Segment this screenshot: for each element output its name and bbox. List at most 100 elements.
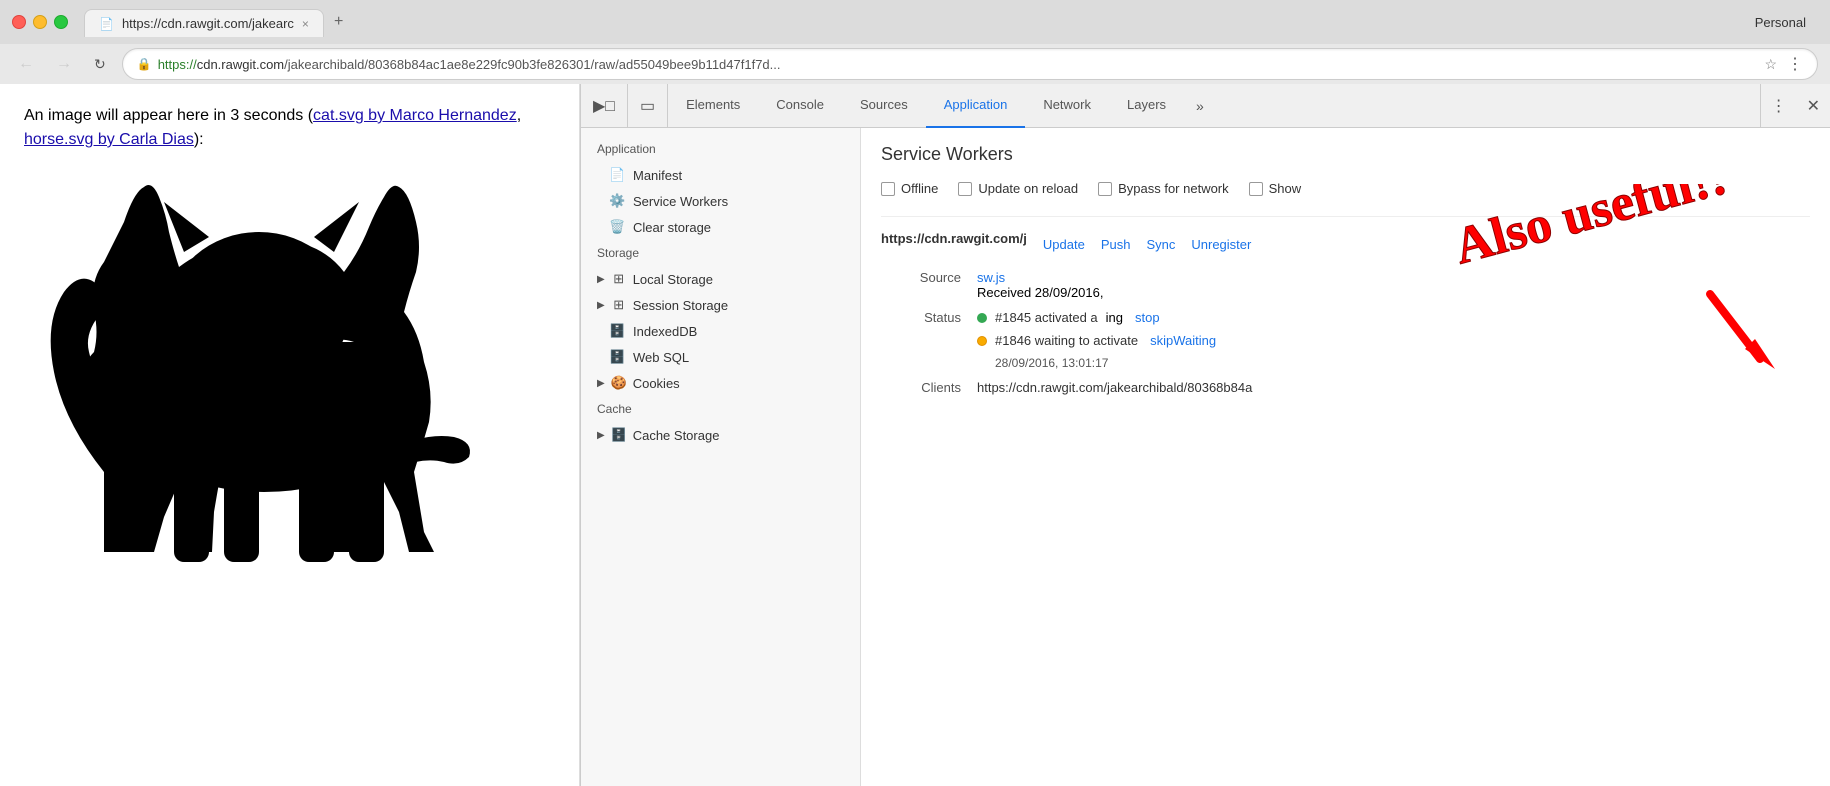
expand-session-storage-icon: ▶ [597,300,605,311]
reload-button[interactable]: ↻ [88,54,112,75]
tab-console[interactable]: Console [758,84,842,128]
sidebar-item-cache-storage[interactable]: ▶ 🗄️ Cache Storage [581,422,860,448]
more-tabs-button[interactable]: » [1184,98,1216,114]
sidebar-item-cache-storage-label: Cache Storage [633,428,720,443]
devtools-panel: ▶□ ▭ Elements Console Sources [580,84,1830,786]
section-application-header: Application [581,136,860,162]
sw-sync-link[interactable]: Sync [1146,237,1175,252]
cat-svg-link[interactable]: cat.svg by Marco Hernandez [313,107,517,124]
offline-checkbox[interactable] [881,182,895,196]
source-label: Source [920,270,961,285]
title-bar: 📄 https://cdn.rawgit.com/jakearc × + Per… [0,0,1830,44]
session-storage-icon: ⊞ [611,297,627,313]
offline-label: Offline [901,181,938,196]
close-button[interactable] [12,15,26,29]
sw-skip-waiting-link[interactable]: skipWaiting [1150,333,1216,348]
sidebar-item-manifest-label: Manifest [633,168,682,183]
web-sql-icon: 🗄️ [609,349,625,365]
sw-status-value: #1845 activated a ing stop #1846 waiting… [977,310,1810,370]
device-icon: ▭ [640,96,655,116]
update-on-reload-checkbox[interactable] [958,182,972,196]
sw-stop-link[interactable]: stop [1135,310,1160,325]
devtools-menu-button[interactable]: ⋮ [1761,84,1797,128]
tab-layers[interactable]: Layers [1109,84,1184,128]
sidebar-item-cookies[interactable]: ▶ 🍪 Cookies [581,370,860,396]
service-workers-icon: ⚙️ [609,193,625,209]
devtools-tabs: Elements Console Sources Application Net… [668,84,1216,128]
url-menu-icon[interactable]: ⋮ [1787,54,1803,74]
update-on-reload-label: Update on reload [978,181,1078,196]
sw-waiting-text: #1846 waiting to activate [995,333,1138,348]
profile-label: Personal [1755,15,1818,30]
sidebar-item-web-sql-label: Web SQL [633,350,689,365]
clients-label: Clients [921,380,961,395]
maximize-button[interactable] [54,15,68,29]
update-on-reload-option[interactable]: Update on reload [958,181,1078,196]
cookies-icon: 🍪 [611,375,627,391]
received-text: Received 28/09/2016, [977,285,1103,300]
tab-network-label: Network [1043,97,1091,112]
devtools-body: Application 📄 Manifest ⚙️ Service Worker… [581,128,1830,786]
show-option[interactable]: Show [1249,181,1302,196]
expand-local-storage-icon: ▶ [597,274,605,285]
tab-application[interactable]: Application [926,84,1026,128]
cat-image [24,172,555,572]
new-tab-button[interactable]: + [324,7,353,37]
show-checkbox[interactable] [1249,182,1263,196]
bypass-for-network-label: Bypass for network [1118,181,1229,196]
devtools-main-panel: Service Workers Offline Update on reload [861,128,1830,786]
url-text: https://cdn.rawgit.com/jakearchibald/803… [158,57,1755,72]
sidebar-item-indexeddb[interactable]: 🗄️ IndexedDB [581,318,860,344]
inspect-element-button[interactable]: ▶□ [581,84,628,128]
sidebar-item-manifest[interactable]: 📄 Manifest [581,162,860,188]
tab-bar: 📄 https://cdn.rawgit.com/jakearc × + [84,7,1755,37]
manifest-icon: 📄 [609,167,625,183]
tab-application-label: Application [944,97,1008,112]
sidebar-item-session-storage[interactable]: ▶ ⊞ Session Storage [581,292,860,318]
main-content: An image will appear here in 3 seconds (… [0,84,1830,786]
sidebar-item-service-workers-label: Service Workers [633,194,728,209]
page-content: An image will appear here in 3 seconds (… [0,84,580,786]
sidebar-item-service-workers[interactable]: ⚙️ Service Workers [581,188,860,214]
indexeddb-icon: 🗄️ [609,323,625,339]
browser-tab[interactable]: 📄 https://cdn.rawgit.com/jakearc × [84,9,324,37]
bookmark-icon[interactable]: ☆ [1764,56,1777,73]
sw-push-link[interactable]: Push [1101,237,1131,252]
section-cache-header: Cache [581,396,860,422]
devtools-close-button[interactable]: ✕ [1797,84,1830,128]
sw-unregister-link[interactable]: Unregister [1191,237,1251,252]
sw-update-link[interactable]: Update [1043,237,1085,252]
devtools-sidebar: Application 📄 Manifest ⚙️ Service Worker… [581,128,861,786]
minimize-button[interactable] [33,15,47,29]
tab-title: https://cdn.rawgit.com/jakearc [122,16,294,31]
bypass-for-network-option[interactable]: Bypass for network [1098,181,1229,196]
tab-elements-label: Elements [686,97,740,112]
offline-option[interactable]: Offline [881,181,938,196]
sw-js-link[interactable]: sw.js [977,270,1005,285]
expand-cookies-icon: ▶ [597,378,605,389]
traffic-lights [12,15,68,29]
devtools-toolbar: ▶□ ▭ Elements Console Sources [581,84,1830,128]
tab-network[interactable]: Network [1025,84,1109,128]
source-value: sw.js Received 28/09/2016, [977,270,1810,300]
tab-layers-label: Layers [1127,97,1166,112]
url-input[interactable]: 🔒 https://cdn.rawgit.com/jakearchibald/8… [122,48,1818,80]
tab-close-button[interactable]: × [302,17,309,31]
sidebar-item-local-storage[interactable]: ▶ ⊞ Local Storage [581,266,860,292]
tab-elements[interactable]: Elements [668,84,758,128]
sidebar-item-web-sql[interactable]: 🗄️ Web SQL [581,344,860,370]
section-storage-header: Storage [581,240,860,266]
cursor-icon: ▶□ [593,96,615,116]
sw-entry: https://cdn.rawgit.com/j Update Push Syn… [881,216,1810,395]
lock-icon: 🔒 [137,57,152,71]
sidebar-item-session-storage-label: Session Storage [633,298,728,313]
horse-svg-link[interactable]: horse.svg by Carla Dias [24,131,194,148]
device-toggle-button[interactable]: ▭ [628,84,668,128]
local-storage-icon: ⊞ [611,271,627,287]
bypass-for-network-checkbox[interactable] [1098,182,1112,196]
sidebar-item-clear-storage[interactable]: 🗑️ Clear storage [581,214,860,240]
forward-button[interactable]: → [50,53,78,75]
back-button[interactable]: ← [12,53,40,75]
sidebar-item-clear-storage-label: Clear storage [633,220,711,235]
tab-sources[interactable]: Sources [842,84,926,128]
